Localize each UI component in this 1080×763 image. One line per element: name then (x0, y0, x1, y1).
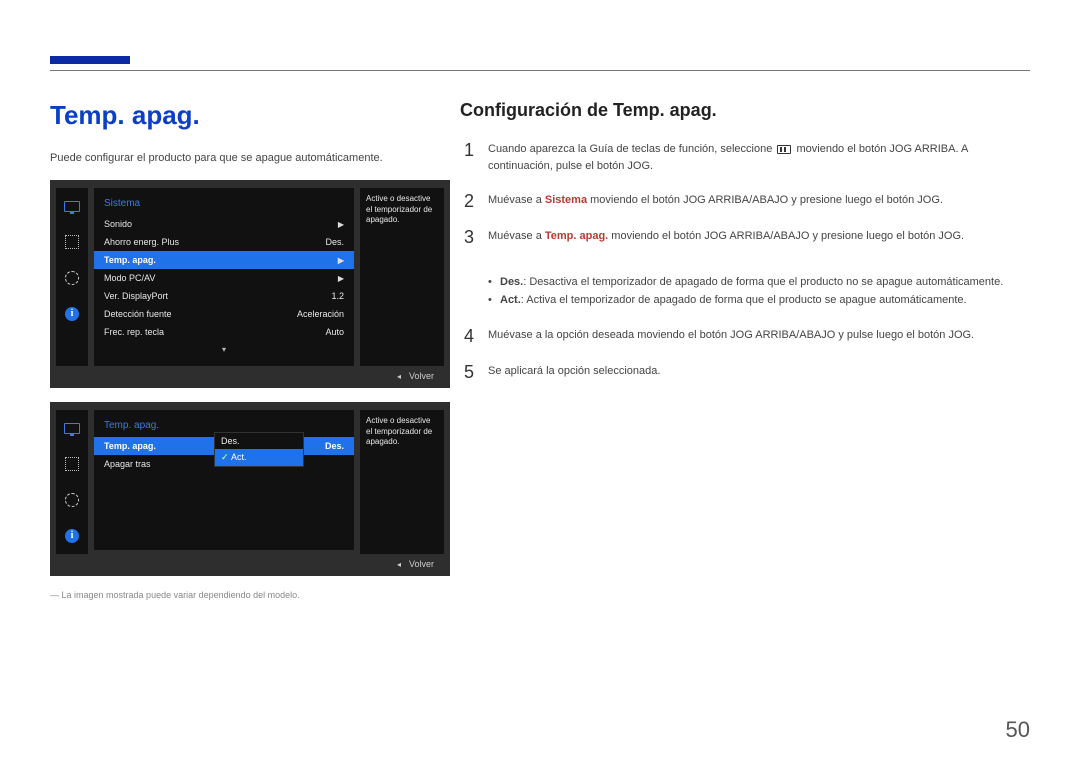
step-body: Cuando aparezca la Guía de teclas de fun… (488, 141, 1030, 174)
osd-screenshot-sistema: i Sistema Sonido▶ Ahorro energ. PlusDes.… (50, 180, 450, 388)
step-3: 3 Muévase a Temp. apag. moviendo el botó… (460, 228, 1030, 246)
osd-row: Frec. rep. teclaAuto (94, 323, 354, 341)
step-2: 2 Muévase a Sistema moviendo el botón JO… (460, 192, 1030, 210)
osd-row: Modo PC/AV▶ (94, 269, 354, 287)
step-body: Muévase a Temp. apag. moviendo el botón … (488, 228, 1030, 245)
dropdown-option: Des. (215, 433, 303, 449)
info-icon: i (56, 518, 88, 554)
step-number: 3 (460, 228, 478, 246)
monitor-icon (56, 410, 88, 446)
osd-footer: ◂ Volver (56, 366, 444, 384)
osd-footer-label: Volver (409, 559, 434, 569)
osd-help-panel: Active o desactive el temporizador de ap… (360, 188, 444, 366)
right-column: Configuración de Temp. apag. 1 Cuando ap… (460, 100, 1030, 381)
chevron-down-icon: ▾ (94, 345, 354, 354)
page-number: 50 (1006, 717, 1030, 743)
step-body: Muévase a Sistema moviendo el botón JOG … (488, 192, 1030, 209)
target-icon (56, 446, 88, 482)
step-number: 1 (460, 141, 478, 159)
footnote: La imagen mostrada puede variar dependie… (50, 590, 460, 600)
left-column: Temp. apag. Puede configurar el producto… (50, 100, 460, 600)
osd-footer: ◂ Volver (56, 554, 444, 572)
monitor-icon (56, 188, 88, 224)
step-5: 5 Se aplicará la opción seleccionada. (460, 363, 1030, 381)
osd-row: Sonido▶ (94, 215, 354, 233)
bullet-item: Act.: Activa el temporizador de apagado … (488, 292, 1030, 310)
menu-icon (777, 145, 791, 154)
osd-footer-label: Volver (409, 371, 434, 381)
osd-row: Ver. DisplayPort1.2 (94, 287, 354, 305)
step-body: Muévase a la opción deseada moviendo el … (488, 327, 1030, 344)
osd-dropdown: Des. Act. (214, 432, 304, 467)
steps-list: 1 Cuando aparezca la Guía de teclas de f… (460, 141, 1030, 381)
osd-menu: Sistema Sonido▶ Ahorro energ. PlusDes. T… (94, 188, 354, 366)
gear-icon (56, 260, 88, 296)
osd-sidebar: i (56, 188, 88, 366)
info-icon: i (56, 296, 88, 332)
header-rule (50, 70, 1030, 71)
bullet-item: Des.: Desactiva el temporizador de apaga… (488, 274, 1030, 292)
step-number: 2 (460, 192, 478, 210)
target-icon (56, 224, 88, 260)
osd-screenshot-temp-apag: i Temp. apag. Temp. apag.Des. Apagar tra… (50, 402, 450, 576)
osd-row: Detección fuenteAceleración (94, 305, 354, 323)
osd-heading: Sistema (94, 194, 354, 215)
step-4: 4 Muévase a la opción deseada moviendo e… (460, 327, 1030, 345)
osd-row-selected: Temp. apag.▶ (94, 251, 354, 269)
step-1: 1 Cuando aparezca la Guía de teclas de f… (460, 141, 1030, 174)
step-number: 4 (460, 327, 478, 345)
header-accent-bar (50, 56, 130, 64)
back-triangle-icon: ◂ (397, 372, 401, 381)
back-triangle-icon: ◂ (397, 560, 401, 569)
dropdown-option-selected: Act. (215, 449, 303, 466)
osd-sidebar: i (56, 410, 88, 554)
step-body: Se aplicará la opción seleccionada. (488, 363, 1030, 380)
section-title: Configuración de Temp. apag. (460, 100, 1030, 121)
osd-menu: Temp. apag. Temp. apag.Des. Apagar tras … (94, 410, 354, 550)
page-title-left: Temp. apag. (50, 100, 460, 131)
osd-row: Ahorro energ. PlusDes. (94, 233, 354, 251)
bullet-list: Des.: Desactiva el temporizador de apaga… (488, 274, 1030, 309)
intro-text: Puede configurar el producto para que se… (50, 151, 460, 166)
osd-help-panel: Active o desactive el temporizador de ap… (360, 410, 444, 554)
step-number: 5 (460, 363, 478, 381)
gear-icon (56, 482, 88, 518)
